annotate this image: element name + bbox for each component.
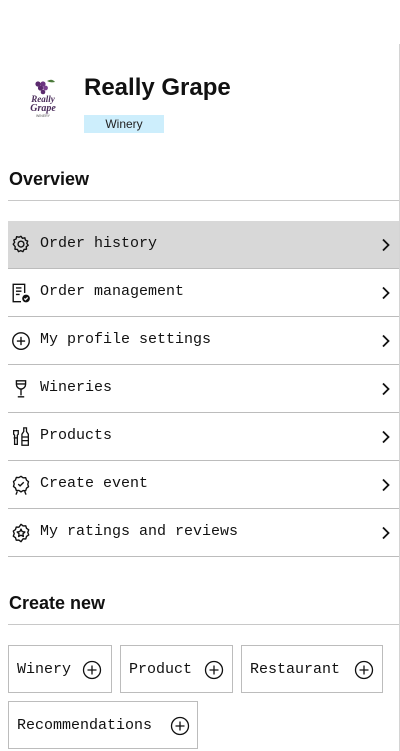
chevron-right-icon (382, 526, 390, 540)
overview-menu: Order history Order management My profil… (8, 221, 399, 557)
logo-text-sub: WINERY (36, 114, 51, 118)
menu-item-create-event[interactable]: Create event (8, 461, 399, 509)
menu-item-order-management[interactable]: Order management (8, 269, 399, 317)
brand-type-badge: Winery (84, 115, 164, 133)
menu-item-my-ratings-and-reviews[interactable]: My ratings and reviews (8, 509, 399, 557)
gear-icon (12, 235, 29, 253)
winery-logo: Really Grape WINERY (30, 79, 56, 118)
menu-item-wineries[interactable]: Wineries (8, 365, 399, 413)
chevron-right-icon (382, 382, 390, 396)
chevron-right-icon (382, 430, 390, 444)
clipboard-check-icon (12, 283, 30, 303)
bottles-icon (13, 427, 29, 446)
create-recommendations-button[interactable]: Recommendations (8, 701, 198, 749)
chevron-right-icon (382, 238, 390, 252)
profile-menu-page: Really Grape WINERY Really Grape Winery … (0, 0, 400, 751)
create-button-label: Product (129, 661, 193, 678)
logo-text-bottom: Grape (30, 103, 56, 114)
overview-title: Overview (9, 169, 90, 189)
chevron-right-icon (382, 478, 390, 492)
menu-item-label: My profile settings (40, 331, 212, 348)
brand-name: Really Grape (84, 74, 231, 101)
brand-header: Really Grape WINERY Really Grape Winery (0, 62, 400, 152)
award-badge-icon (12, 475, 30, 495)
create-restaurant-button[interactable]: Restaurant (241, 645, 383, 693)
create-button-label: Winery (17, 661, 72, 678)
create-new-title: Create new (9, 593, 106, 613)
menu-item-order-history[interactable]: Order history (8, 221, 399, 269)
plus-circle-icon (12, 332, 30, 350)
wine-glass-icon (15, 380, 27, 398)
menu-item-label: Order management (40, 283, 185, 300)
overview-divider (8, 200, 399, 201)
menu-item-label: Wineries (40, 379, 113, 396)
create-winery-button[interactable]: Winery (8, 645, 112, 693)
menu-item-label: Create event (40, 475, 149, 492)
create-button-label: Recommendations (17, 717, 153, 734)
create-new-divider (8, 624, 399, 625)
plus-circle-icon (82, 660, 102, 680)
plus-circle-icon (170, 716, 190, 736)
menu-item-label: My ratings and reviews (40, 523, 239, 540)
menu-item-products[interactable]: Products (8, 413, 399, 461)
menu-item-label: Order history (40, 235, 158, 252)
create-button-label: Restaurant (250, 661, 341, 678)
menu-item-label: Products (40, 427, 113, 444)
plus-circle-icon (354, 660, 374, 680)
menu-item-my-profile-settings[interactable]: My profile settings (8, 317, 399, 365)
chevron-right-icon (382, 286, 390, 300)
star-badge-icon (12, 523, 30, 543)
create-product-button[interactable]: Product (120, 645, 233, 693)
chevron-right-icon (382, 334, 390, 348)
plus-circle-icon (204, 660, 224, 680)
